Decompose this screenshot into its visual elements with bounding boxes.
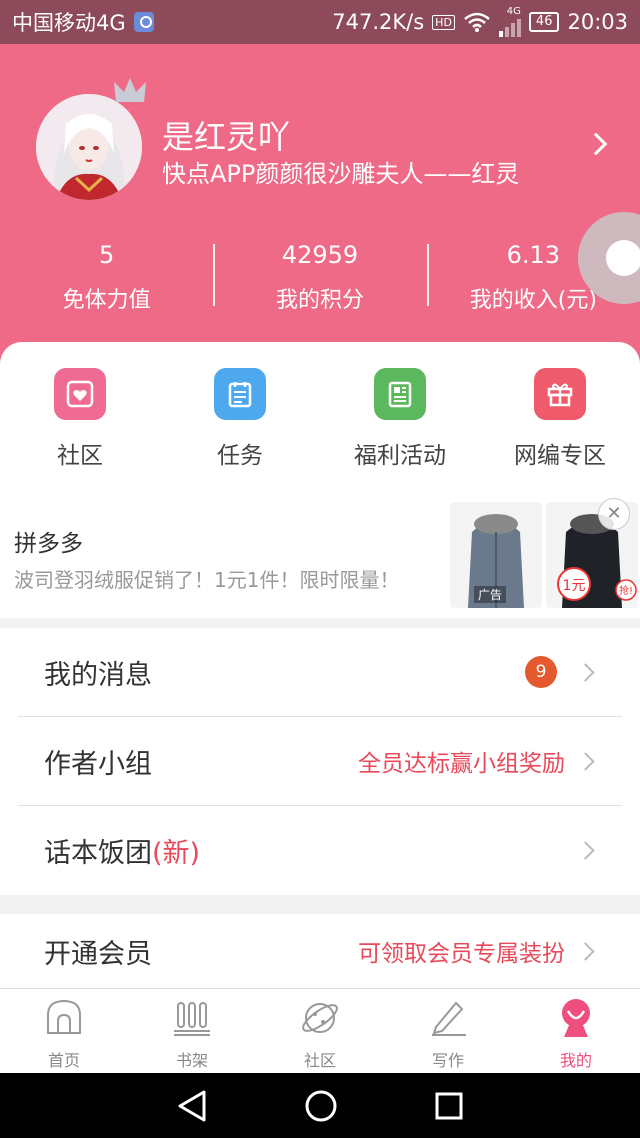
ad-description: 波司登羽绒服促销了！1元1件！限时限量！ <box>14 568 400 592</box>
menu-label: 我的消息 <box>44 659 152 691</box>
crown-icon <box>114 78 146 102</box>
grid-item-editor-zone[interactable]: 网编专区 <box>480 368 640 470</box>
stat-label: 免体力值 <box>62 288 151 313</box>
menu-hint: 全员达标赢小组奖励 <box>358 751 565 777</box>
back-icon[interactable] <box>176 1089 208 1123</box>
stat-points[interactable]: 42959 我的积分 <box>213 240 426 314</box>
menu-label: 开通会员 <box>44 938 152 970</box>
gift-icon <box>534 368 586 420</box>
ad-title: 拼多多 <box>14 531 83 557</box>
nav-label: 首页 <box>47 1051 80 1070</box>
stat-label: 我的积分 <box>275 288 364 313</box>
news-icon <box>374 368 426 420</box>
nav-label: 我的 <box>559 1051 592 1070</box>
community-icon <box>54 368 106 420</box>
close-ad-icon[interactable]: ✕ <box>598 498 630 530</box>
menu-list: 我的消息 9 作者小组 全员达标赢小组奖励 话本饭团(新) <box>0 628 640 895</box>
ad-price-suffix: 抢! <box>619 584 633 597</box>
nav-item-community[interactable]: 社区 <box>256 989 384 1073</box>
grid-label: 网编专区 <box>514 443 606 469</box>
clock: 20:03 <box>567 10 628 34</box>
menu-label: 作者小组 <box>44 748 152 780</box>
menu-item-huaben[interactable]: 话本饭团(新) <box>18 806 622 895</box>
chevron-right-icon[interactable] <box>584 132 608 156</box>
profile-header: 是红灵吖 快点APP颜颜很沙雕夫人——红灵 5 免体力值 42959 我的积分 … <box>0 44 640 364</box>
chevron-right-icon <box>576 941 595 961</box>
task-icon <box>214 368 266 420</box>
signal-icon <box>498 17 521 37</box>
grid-item-community[interactable]: 社区 <box>0 368 160 470</box>
battery-icon: 46 <box>528 12 560 32</box>
ad-banner[interactable]: 拼多多 波司登羽绒服促销了！1元1件！限时限量！ 广告 1元 抢! <box>0 492 640 610</box>
avatar-image <box>36 94 142 200</box>
nav-item-bookshelf[interactable]: 书架 <box>128 989 256 1073</box>
chevron-right-icon <box>576 662 595 682</box>
grid-item-task[interactable]: 任务 <box>160 368 320 470</box>
nav-label: 社区 <box>303 1051 336 1070</box>
grid-label: 任务 <box>217 443 263 469</box>
grid-label: 福利活动 <box>354 443 446 469</box>
feature-card: 社区 任务 福利活动 网编专区 拼多多 波司登羽绒服促销了！1元1件！限时限量！ <box>0 342 640 618</box>
nickname[interactable]: 是红灵吖 <box>162 112 290 158</box>
network-speed: 747.2K/s <box>332 10 425 34</box>
menu-list-2: 开通会员 可领取会员专属装扮 <box>0 914 640 988</box>
recents-icon[interactable] <box>434 1091 464 1121</box>
feature-grid: 社区 任务 福利活动 网编专区 <box>0 342 640 470</box>
status-bar: 中国移动4G 747.2K/s HD 4G 46 20:03 <box>0 0 640 44</box>
home-circle-icon[interactable] <box>304 1089 338 1123</box>
bookshelf-icon <box>174 1002 210 1036</box>
nav-item-write[interactable]: 写作 <box>384 989 512 1073</box>
chevron-right-icon <box>576 841 595 860</box>
menu-label: 话本饭团(新) <box>18 831 200 870</box>
home-icon <box>47 999 81 1034</box>
chevron-right-icon <box>576 751 595 771</box>
menu-item-author-group[interactable]: 作者小组 全员达标赢小组奖励 <box>18 717 622 806</box>
pen-icon <box>432 1001 466 1036</box>
wifi-icon <box>464 12 490 32</box>
bottom-nav: 首页 书架 社区 写作 我的 <box>0 988 640 1073</box>
nav-item-home[interactable]: 首页 <box>0 989 128 1073</box>
ad-price-tag: 1元 <box>563 578 586 594</box>
ad-tag: 广告 <box>474 586 507 603</box>
grid-item-welfare[interactable]: 福利活动 <box>320 368 480 470</box>
menu-hint: 可领取会员专属装扮 <box>358 941 565 967</box>
hd-icon: HD <box>432 14 455 30</box>
menu-item-messages[interactable]: 我的消息 9 <box>18 628 622 717</box>
carrier-text: 中国移动4G <box>12 11 126 35</box>
network-type: 4G <box>506 6 521 17</box>
signature: 快点APP颜颜很沙雕夫人——红灵 <box>162 160 520 188</box>
nav-item-mine[interactable]: 我的 <box>512 989 640 1073</box>
menu-label-text: 话本饭团 <box>44 838 152 869</box>
nav-label: 书架 <box>175 1051 208 1070</box>
new-tag: (新) <box>152 838 201 869</box>
location-icon <box>133 12 154 32</box>
stat-value: 5 <box>99 241 115 269</box>
stat-stamina[interactable]: 5 免体力值 <box>0 240 213 314</box>
stats-row: 5 免体力值 42959 我的积分 6.13 我的收入(元) <box>0 240 640 314</box>
unread-badge: 9 <box>525 656 557 688</box>
nav-label: 写作 <box>431 1051 464 1070</box>
menu-item-membership[interactable]: 开通会员 可领取会员专属装扮 <box>18 914 622 988</box>
planet-icon <box>302 1003 338 1033</box>
avatar[interactable] <box>36 94 142 200</box>
stat-value: 42959 <box>281 241 359 269</box>
system-nav-bar <box>0 1073 640 1138</box>
grid-label: 社区 <box>57 443 103 469</box>
mine-icon <box>562 999 590 1037</box>
